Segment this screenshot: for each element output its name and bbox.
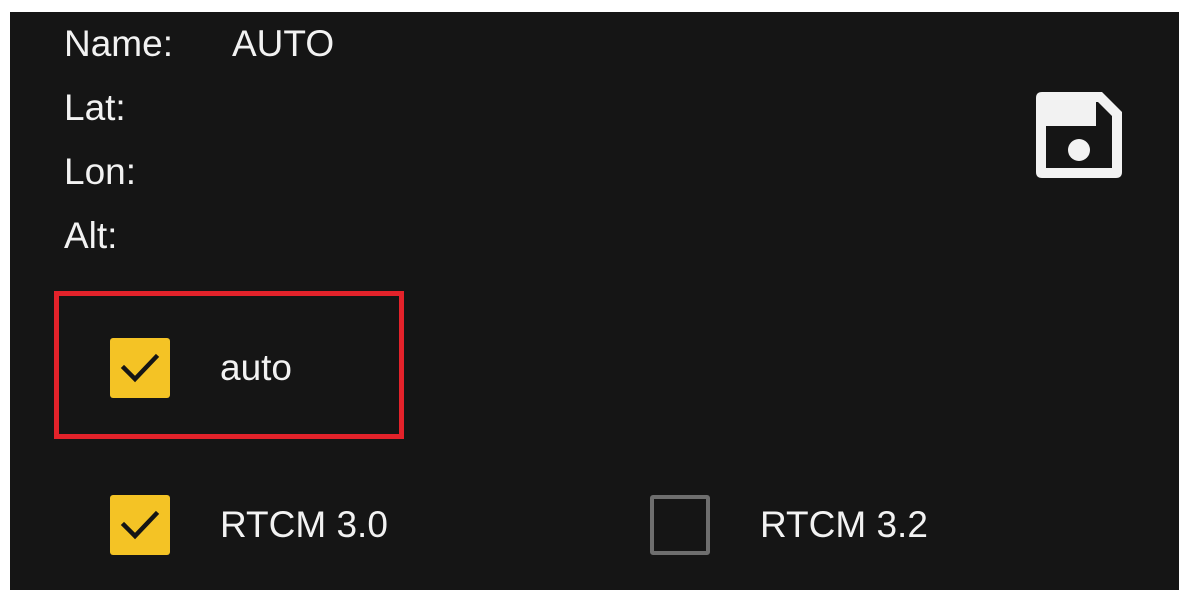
checkmark-icon: [120, 510, 160, 540]
name-row: Name: AUTO: [64, 22, 334, 66]
save-button[interactable]: [1032, 88, 1126, 182]
rtcm32-checkbox[interactable]: [650, 495, 710, 555]
base-station-panel: Name: AUTO Lat: Lon: Alt: auto RTCM 3.0 …: [10, 12, 1179, 590]
alt-label: Alt:: [64, 215, 118, 256]
rtcm30-checkbox[interactable]: [110, 495, 170, 555]
lat-label: Lat:: [64, 87, 126, 128]
checkmark-icon: [120, 353, 160, 383]
rtcm32-option[interactable]: RTCM 3.2: [650, 494, 928, 556]
auto-checkbox[interactable]: [110, 338, 170, 398]
name-label: Name:: [64, 23, 173, 64]
lon-row: Lon:: [64, 150, 136, 194]
name-value: AUTO: [232, 23, 335, 64]
alt-row: Alt:: [64, 214, 117, 258]
rtcm30-label: RTCM 3.0: [220, 504, 388, 545]
rtcm30-option[interactable]: RTCM 3.0: [110, 494, 388, 556]
lon-label: Lon:: [64, 151, 137, 192]
auto-label: auto: [220, 347, 293, 388]
rtcm32-label: RTCM 3.2: [760, 504, 928, 545]
auto-option[interactable]: auto: [110, 337, 292, 399]
save-icon: [1036, 92, 1122, 178]
lat-row: Lat:: [64, 86, 126, 130]
